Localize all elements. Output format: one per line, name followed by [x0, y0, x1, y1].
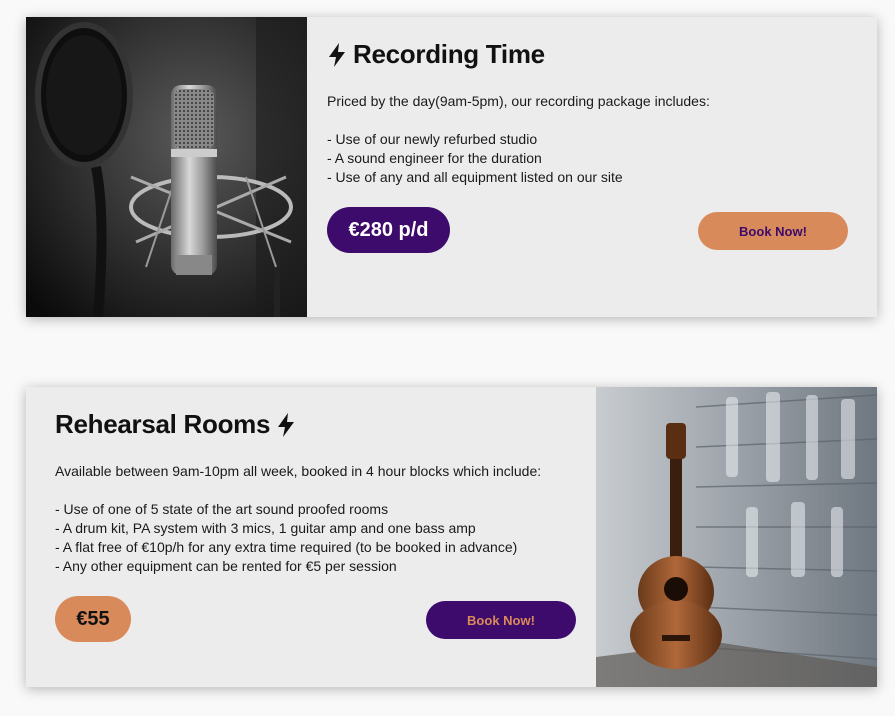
lightning-bolt-icon: [278, 412, 295, 437]
rehearsal-rooms-title: Rehearsal Rooms: [55, 409, 296, 440]
card-title-text: Rehearsal Rooms: [55, 409, 271, 439]
book-now-button[interactable]: Book Now!: [426, 601, 576, 639]
description-intro: Priced by the day(9am-5pm), our recordin…: [327, 93, 710, 109]
rehearsal-rooms-card: Rehearsal Rooms Available between 9am-10…: [26, 387, 877, 687]
feature-item: - Use of any and all equipment listed on…: [327, 169, 623, 185]
recording-time-title: Recording Time: [327, 39, 545, 70]
price-badge: €280 p/d: [327, 207, 450, 253]
card-title-text: Recording Time: [353, 39, 545, 69]
book-now-button[interactable]: Book Now!: [698, 212, 848, 250]
feature-item: - Use of one of 5 state of the art sound…: [55, 501, 389, 517]
feature-item: - A flat free of €10p/h for any extra ti…: [55, 539, 518, 555]
rehearsal-rooms-description: Available between 9am-10pm all week, boo…: [55, 462, 541, 576]
studio-microphone-photo: [26, 17, 307, 317]
price-badge: €55: [55, 596, 131, 642]
recording-time-content: Recording Time Priced by the day(9am-5pm…: [307, 17, 877, 317]
feature-item: - Use of our newly refurbed studio: [327, 131, 538, 147]
recording-time-card: Recording Time Priced by the day(9am-5pm…: [26, 17, 877, 317]
recording-time-description: Priced by the day(9am-5pm), our recordin…: [327, 92, 710, 187]
feature-item: - A sound engineer for the duration: [327, 150, 542, 166]
description-intro: Available between 9am-10pm all week, boo…: [55, 463, 542, 479]
feature-item: - Any other equipment can be rented for …: [55, 558, 397, 574]
acoustic-guitar-photo: [596, 387, 877, 687]
rehearsal-rooms-content: Rehearsal Rooms Available between 9am-10…: [26, 387, 596, 687]
feature-item: - A drum kit, PA system with 3 mics, 1 g…: [55, 520, 476, 536]
lightning-bolt-icon: [329, 42, 345, 67]
